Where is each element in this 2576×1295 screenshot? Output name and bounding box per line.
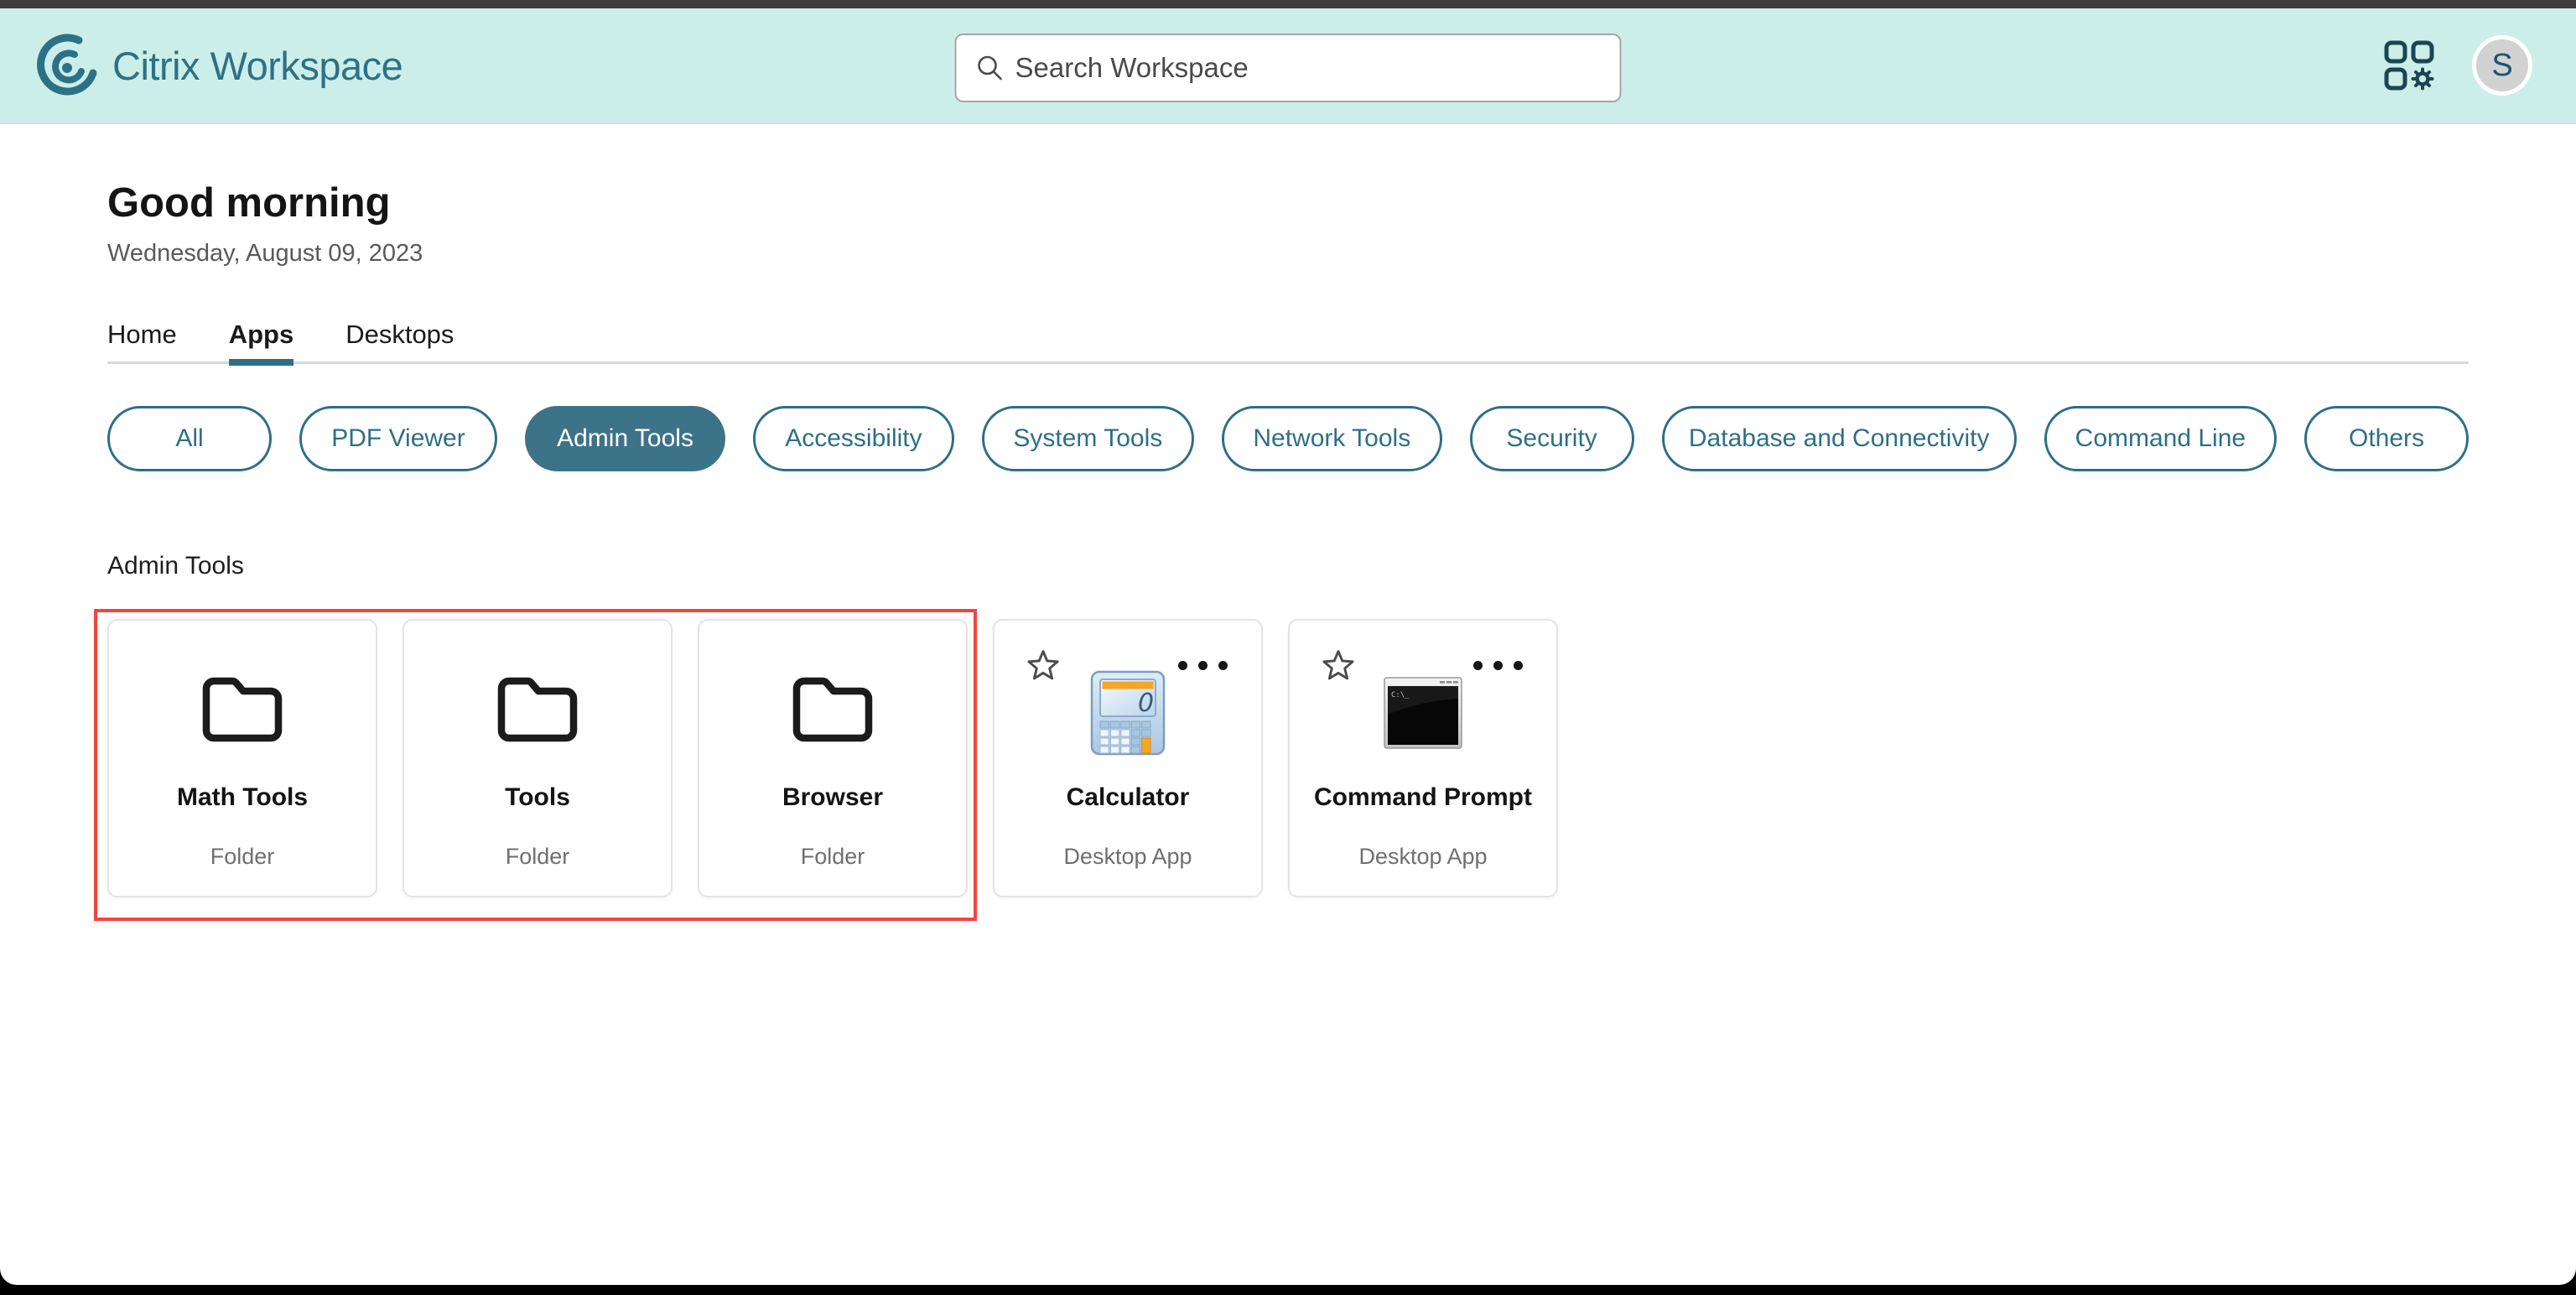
card-title: Math Tools bbox=[109, 783, 376, 812]
card-command-prompt[interactable]: C:\_ Command Prompt Desktop App bbox=[1288, 619, 1558, 897]
tab-desktops[interactable]: Desktops bbox=[345, 320, 454, 361]
folder-icon bbox=[792, 674, 873, 749]
tab-apps[interactable]: Apps bbox=[229, 320, 294, 361]
card-subtitle: Desktop App bbox=[995, 844, 1261, 870]
card-title: Command Prompt bbox=[1290, 783, 1556, 812]
category-filter-bar: All PDF Viewer Admin Tools Accessibility… bbox=[107, 406, 2469, 471]
calculator-icon: 0 bbox=[1089, 669, 1166, 761]
workspace-window: Citrix Workspace bbox=[0, 8, 2576, 1285]
card-title: Calculator bbox=[995, 783, 1261, 812]
header-bar: Citrix Workspace bbox=[0, 8, 2576, 124]
card-title: Tools bbox=[404, 783, 671, 812]
filter-system-tools[interactable]: System Tools bbox=[982, 406, 1194, 471]
folder-icon bbox=[497, 674, 578, 749]
filter-security[interactable]: Security bbox=[1470, 406, 1634, 471]
card-tools[interactable]: Tools Folder bbox=[402, 619, 673, 897]
filter-database-connectivity[interactable]: Database and Connectivity bbox=[1662, 406, 2017, 471]
card-subtitle: Folder bbox=[109, 844, 376, 870]
brand-title: Citrix Workspace bbox=[112, 43, 402, 89]
search-bar bbox=[955, 34, 1622, 102]
section-title: Admin Tools bbox=[107, 552, 2469, 580]
header-actions: S bbox=[2383, 35, 2532, 96]
terminal-prompt-text: C:\_ bbox=[1391, 691, 1410, 700]
filter-admin-tools[interactable]: Admin Tools bbox=[525, 406, 725, 471]
filter-all[interactable]: All bbox=[107, 406, 272, 471]
filter-accessibility[interactable]: Accessibility bbox=[753, 406, 954, 471]
filter-network-tools[interactable]: Network Tools bbox=[1222, 406, 1442, 471]
brand: Citrix Workspace bbox=[35, 34, 402, 97]
filter-others[interactable]: Others bbox=[2304, 406, 2469, 471]
card-math-tools[interactable]: Math Tools Folder bbox=[107, 619, 377, 897]
card-title: Browser bbox=[699, 783, 966, 812]
user-avatar[interactable]: S bbox=[2472, 35, 2532, 96]
tab-home[interactable]: Home bbox=[107, 320, 177, 361]
screen: Citrix Workspace bbox=[0, 0, 2576, 1295]
terminal-icon: C:\_ bbox=[1383, 676, 1463, 754]
filter-pdf-viewer[interactable]: PDF Viewer bbox=[299, 406, 497, 471]
main-content: Good morning Wednesday, August 09, 2023 … bbox=[0, 179, 2576, 897]
search-input[interactable] bbox=[1005, 52, 1620, 84]
calculator-display-digit: 0 bbox=[1138, 689, 1154, 718]
more-options-icon[interactable] bbox=[1473, 661, 1523, 670]
card-browser[interactable]: Browser Folder bbox=[698, 619, 968, 897]
main-tabs: Home Apps Desktops bbox=[107, 320, 2469, 364]
favorite-star-icon[interactable] bbox=[1320, 648, 1357, 684]
filter-command-line[interactable]: Command Line bbox=[2044, 406, 2277, 471]
greeting-title: Good morning bbox=[107, 179, 2469, 226]
card-subtitle: Desktop App bbox=[1290, 844, 1556, 870]
card-subtitle: Folder bbox=[404, 844, 671, 870]
more-options-icon[interactable] bbox=[1178, 661, 1228, 670]
search-icon bbox=[975, 53, 1005, 83]
apps-settings-grid-icon[interactable] bbox=[2383, 39, 2435, 91]
folder-icon bbox=[202, 674, 283, 749]
cards-row: Math Tools Folder Tools Folder bbox=[107, 619, 2469, 897]
favorite-star-icon[interactable] bbox=[1025, 648, 1062, 684]
greeting-date: Wednesday, August 09, 2023 bbox=[107, 240, 2469, 268]
avatar-initial: S bbox=[2491, 48, 2512, 84]
citrix-logo-icon bbox=[35, 34, 99, 97]
card-subtitle: Folder bbox=[699, 844, 966, 870]
card-calculator[interactable]: 0 bbox=[993, 619, 1263, 897]
window-top-edge bbox=[0, 0, 2576, 8]
